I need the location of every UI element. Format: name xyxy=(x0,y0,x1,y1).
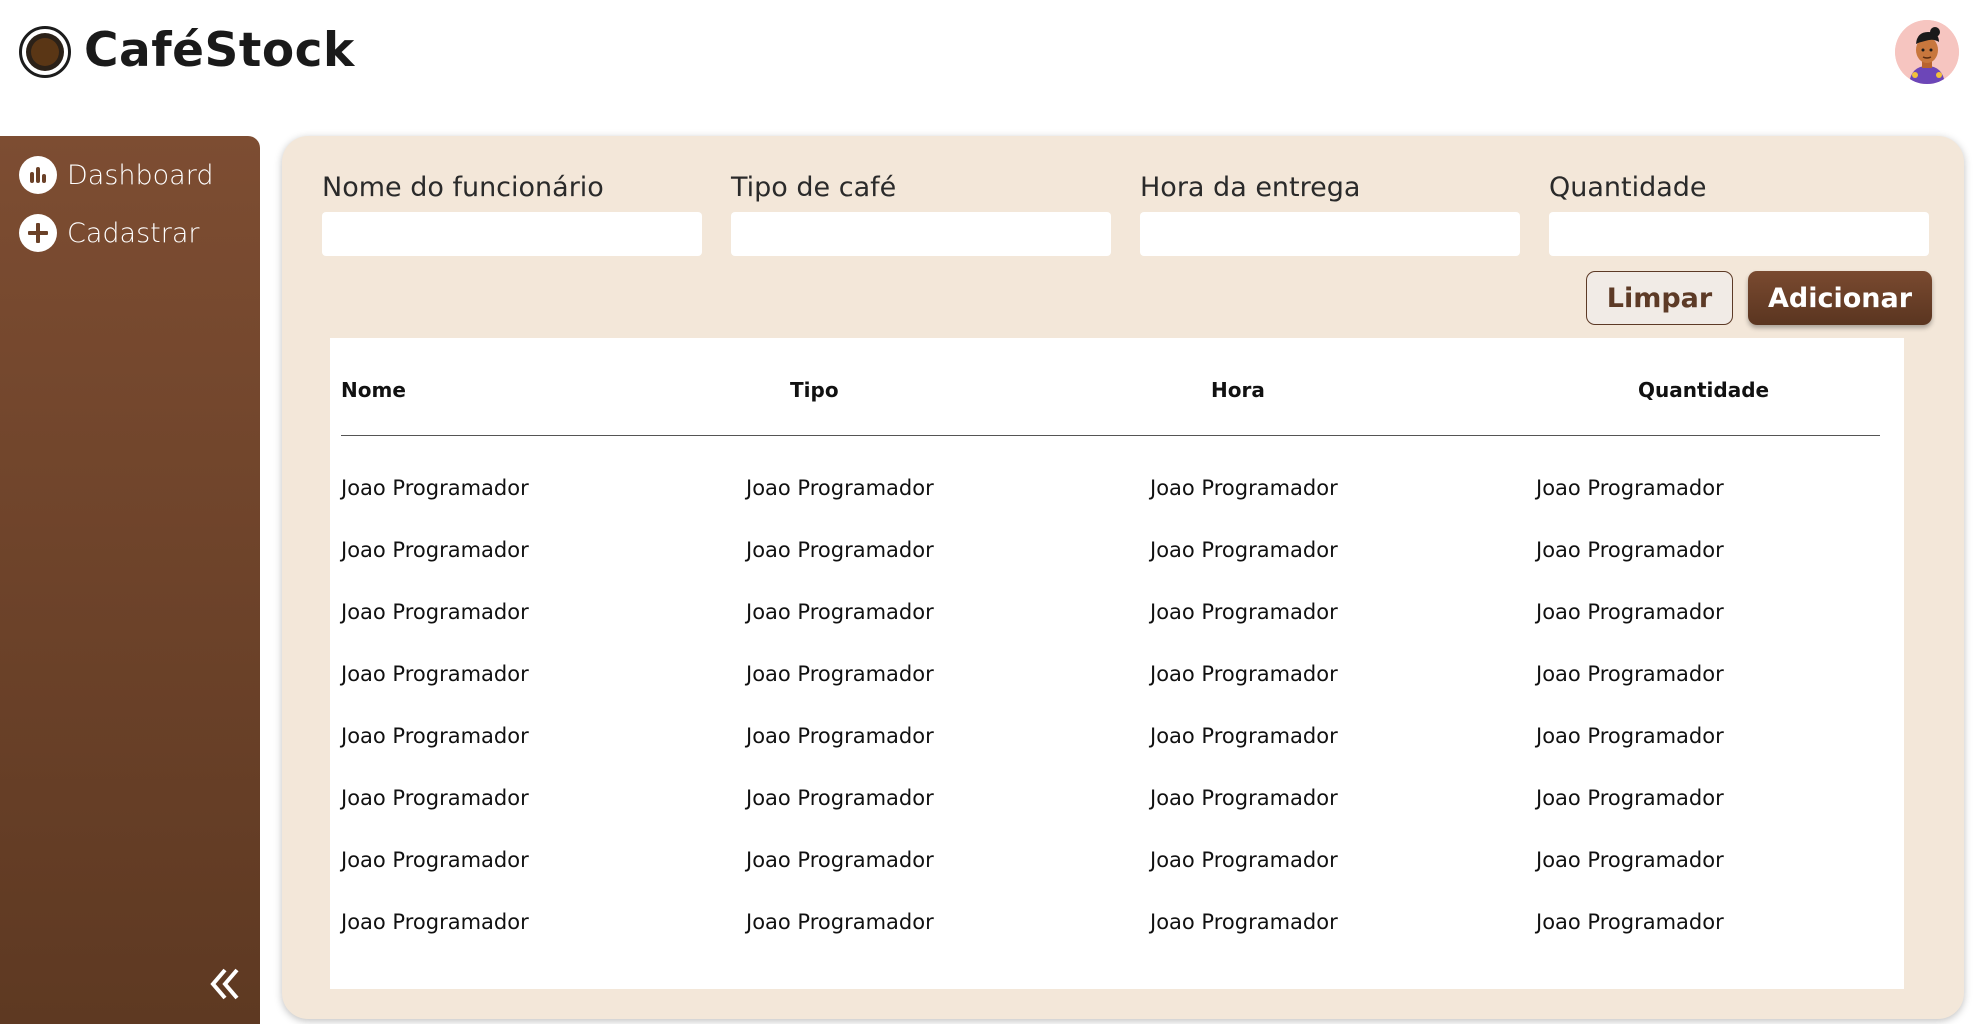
table-cell: Joao Programador xyxy=(746,538,934,562)
table-cell: Joao Programador xyxy=(341,724,529,748)
double-chevron-left-icon xyxy=(205,968,245,1008)
app-title: CaféStock xyxy=(84,23,355,78)
sidebar-item-cadastrar[interactable]: Cadastrar xyxy=(19,213,249,253)
coffee-cup-logo-icon xyxy=(19,26,71,78)
main-panel: Nome do funcionário Tipo de café Hora da… xyxy=(282,136,1964,1019)
table-header-nome: Nome xyxy=(341,378,406,402)
coffee-type-label: Tipo de café xyxy=(731,172,897,203)
table-row[interactable]: Joao Programador Joao Programador Joao P… xyxy=(330,786,1904,826)
table-cell: Joao Programador xyxy=(1150,724,1338,748)
sidebar-item-label: Cadastrar xyxy=(67,217,200,249)
table-cell: Joao Programador xyxy=(1536,600,1724,624)
table-row[interactable]: Joao Programador Joao Programador Joao P… xyxy=(330,600,1904,640)
sidebar-item-dashboard[interactable]: Dashboard xyxy=(19,155,249,195)
table-cell: Joao Programador xyxy=(341,848,529,872)
table-cell: Joao Programador xyxy=(341,538,529,562)
table-header-hora: Hora xyxy=(1211,378,1265,402)
table-row[interactable]: Joao Programador Joao Programador Joao P… xyxy=(330,476,1904,516)
delivery-time-label: Hora da entrega xyxy=(1140,172,1361,203)
table-cell: Joao Programador xyxy=(1150,910,1338,934)
table-cell: Joao Programador xyxy=(1536,538,1724,562)
table-cell: Joao Programador xyxy=(1150,476,1338,500)
table-cell: Joao Programador xyxy=(746,476,934,500)
table-cell: Joao Programador xyxy=(1150,538,1338,562)
table-cell: Joao Programador xyxy=(341,786,529,810)
table-cell: Joao Programador xyxy=(341,910,529,934)
table-cell: Joao Programador xyxy=(341,662,529,686)
table-cell: Joao Programador xyxy=(1150,662,1338,686)
table-row[interactable]: Joao Programador Joao Programador Joao P… xyxy=(330,538,1904,578)
table-row[interactable]: Joao Programador Joao Programador Joao P… xyxy=(330,848,1904,888)
table-cell: Joao Programador xyxy=(1536,786,1724,810)
table-row[interactable]: Joao Programador Joao Programador Joao P… xyxy=(330,910,1904,950)
table-cell: Joao Programador xyxy=(341,476,529,500)
table-row[interactable]: Joao Programador Joao Programador Joao P… xyxy=(330,724,1904,764)
table-cell: Joao Programador xyxy=(1536,724,1724,748)
table-cell: Joao Programador xyxy=(1536,910,1724,934)
table-row[interactable]: Joao Programador Joao Programador Joao P… xyxy=(330,662,1904,702)
table-header-divider xyxy=(341,435,1880,436)
deliveries-table: Nome Tipo Hora Quantidade Joao Programad… xyxy=(330,338,1904,989)
table-cell: Joao Programador xyxy=(746,786,934,810)
table-cell: Joao Programador xyxy=(746,910,934,934)
table-cell: Joao Programador xyxy=(746,848,934,872)
table-cell: Joao Programador xyxy=(1536,848,1724,872)
table-cell: Joao Programador xyxy=(341,600,529,624)
user-avatar[interactable] xyxy=(1895,20,1959,84)
table-cell: Joao Programador xyxy=(746,600,934,624)
table-header-quantidade: Quantidade xyxy=(1638,378,1770,402)
add-button[interactable]: Adicionar xyxy=(1748,271,1932,325)
delivery-time-input[interactable] xyxy=(1140,212,1520,256)
sidebar-item-label: Dashboard xyxy=(67,159,214,191)
employee-name-label: Nome do funcionário xyxy=(322,172,604,203)
employee-name-input[interactable] xyxy=(322,212,702,256)
table-cell: Joao Programador xyxy=(1150,848,1338,872)
table-cell: Joao Programador xyxy=(746,724,934,748)
bar-chart-icon xyxy=(19,156,57,194)
quantity-label: Quantidade xyxy=(1549,172,1707,203)
table-cell: Joao Programador xyxy=(1150,600,1338,624)
plus-icon xyxy=(19,214,57,252)
coffee-type-input[interactable] xyxy=(731,212,1111,256)
collapse-sidebar-button[interactable] xyxy=(205,964,245,1004)
table-cell: Joao Programador xyxy=(1536,476,1724,500)
table-cell: Joao Programador xyxy=(746,662,934,686)
app-header: CaféStock xyxy=(0,0,1980,110)
table-cell: Joao Programador xyxy=(1150,786,1338,810)
table-header-tipo: Tipo xyxy=(790,378,839,402)
clear-button[interactable]: Limpar xyxy=(1586,271,1733,325)
sidebar: Dashboard Cadastrar xyxy=(0,136,260,1024)
table-cell: Joao Programador xyxy=(1536,662,1724,686)
quantity-input[interactable] xyxy=(1549,212,1929,256)
